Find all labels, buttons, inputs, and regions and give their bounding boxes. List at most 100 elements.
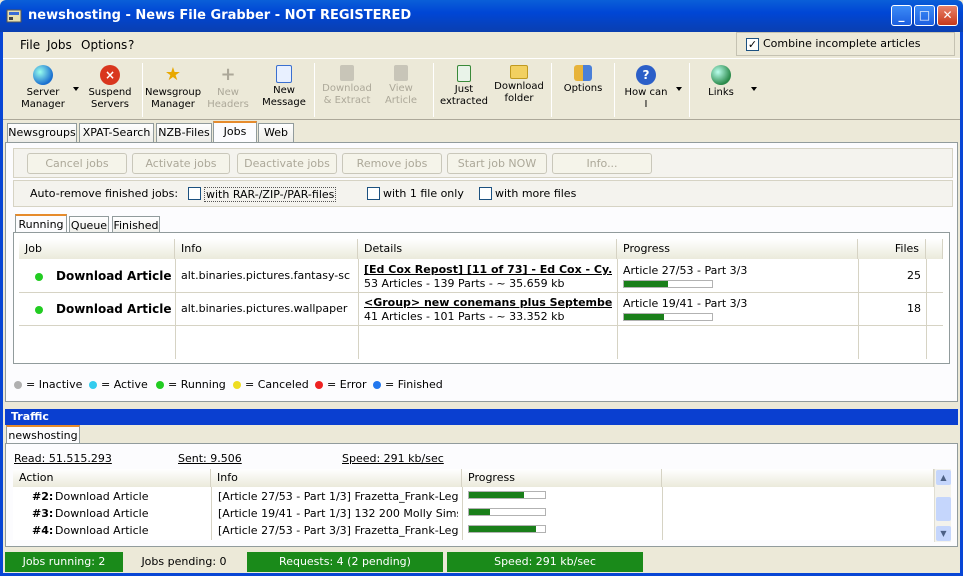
- download-extract-label: Download & Extract: [322, 83, 372, 106]
- legend-running: = Running: [168, 378, 226, 391]
- start-job-now-button[interactable]: Start job NOW: [447, 153, 547, 174]
- close-button[interactable]: ✕: [937, 5, 958, 26]
- job-info: alt.binaries.pictures.wallpaper: [181, 302, 348, 315]
- job-details-title[interactable]: [Ed Cox Repost] [11 of 73] - Ed Cox - Cy…: [364, 263, 612, 276]
- job-progress-text: Article 27/53 - Part 3/3: [623, 264, 748, 277]
- links-dropdown-icon[interactable]: [751, 87, 757, 91]
- grid-divider: [19, 292, 943, 293]
- traffic-header: Traffic: [5, 409, 958, 425]
- links-label: Links: [708, 87, 734, 98]
- tab-newsgroups[interactable]: Newsgroups: [7, 123, 77, 143]
- jobs-running-status: Jobs running: 2: [5, 552, 123, 572]
- new-headers-label: New Headers: [207, 87, 249, 110]
- column-header-traffic-info[interactable]: Info: [211, 469, 462, 487]
- globe-link-icon: [711, 65, 731, 85]
- just-extracted-label: Just extracted: [440, 84, 488, 107]
- toolbar-separator: [314, 63, 315, 117]
- download-extract-button[interactable]: Download & Extract: [321, 59, 373, 119]
- grid-divider: [858, 259, 859, 359]
- toolbar-separator: [433, 63, 434, 117]
- speed-status: Speed: 291 kb/sec: [447, 552, 643, 572]
- column-header-traffic-progress[interactable]: Progress: [462, 469, 662, 487]
- newsgroup-manager-button[interactable]: ★ Newsgroup Manager: [145, 59, 201, 119]
- column-header-action[interactable]: Action: [13, 469, 211, 487]
- column-header-details[interactable]: Details: [358, 239, 617, 259]
- how-can-i-dropdown-icon[interactable]: [676, 87, 682, 91]
- how-can-i-button[interactable]: ? How can I: [623, 59, 669, 119]
- just-extracted-button[interactable]: Just extracted: [437, 59, 491, 119]
- folder-icon: [510, 65, 528, 79]
- column-header-traffic-spacer: [662, 469, 934, 487]
- suspend-servers-button[interactable]: × Suspend Servers: [83, 59, 137, 119]
- connection-info: [Article 27/53 - Part 1/3] Frazetta_Fran…: [218, 490, 458, 503]
- info-button[interactable]: Info...: [552, 153, 652, 174]
- tab-web[interactable]: Web: [258, 123, 294, 143]
- legend-error: = Error: [327, 378, 367, 391]
- grid-divider: [19, 325, 943, 326]
- more-files-checkbox[interactable]: [479, 187, 492, 200]
- server-manager-button[interactable]: Server Manager: [13, 59, 73, 119]
- menu-jobs[interactable]: Jobs: [47, 38, 72, 52]
- sent-bytes: Sent: 9.506: [178, 452, 242, 465]
- new-headers-button[interactable]: + New Headers: [203, 59, 253, 119]
- traffic-scrollbar[interactable]: ▲ ▼: [934, 469, 951, 542]
- toolbar-separator: [689, 63, 690, 117]
- one-file-checkbox[interactable]: [367, 187, 380, 200]
- job-name: Download Article: [56, 302, 172, 316]
- grid-divider: [926, 259, 927, 359]
- options-button[interactable]: Options: [559, 59, 607, 119]
- stop-icon: ×: [100, 65, 120, 85]
- remove-jobs-button[interactable]: Remove jobs: [342, 153, 442, 174]
- job-action-bar: Cancel jobs Activate jobs Deactivate job…: [13, 148, 953, 178]
- combine-incomplete-option: ✓ Combine incomplete articles: [736, 32, 955, 56]
- server-manager-dropdown-icon[interactable]: [73, 87, 79, 91]
- cancel-jobs-button[interactable]: Cancel jobs: [27, 153, 127, 174]
- jobs-grid: Download Article alt.binaries.pictures.f…: [19, 259, 943, 359]
- jobs-pending-status: Jobs pending: 0: [141, 555, 227, 568]
- title-bar[interactable]: newshosting - News File Grabber - NOT RE…: [0, 0, 963, 32]
- scroll-thumb[interactable]: [936, 497, 951, 521]
- column-header-progress[interactable]: Progress: [617, 239, 858, 259]
- combine-label: Combine incomplete articles: [763, 37, 921, 50]
- connection-number: #2:: [32, 490, 54, 503]
- extracted-file-icon: [457, 65, 471, 82]
- job-details-title[interactable]: <Group> new conemans plus September ...: [364, 296, 612, 309]
- scroll-up-icon[interactable]: ▲: [936, 470, 951, 485]
- tab-jobs[interactable]: Jobs: [213, 121, 257, 143]
- minimize-button[interactable]: _: [891, 5, 912, 26]
- column-header-files[interactable]: Files: [858, 239, 926, 259]
- requests-status: Requests: 4 (2 pending): [247, 552, 443, 572]
- scroll-down-icon[interactable]: ▼: [936, 526, 951, 541]
- job-file-count: 18: [907, 302, 921, 315]
- job-file-count: 25: [907, 269, 921, 282]
- rar-files-label: with RAR-/ZIP-/PAR-files: [204, 187, 337, 202]
- legend-active: = Active: [101, 378, 148, 391]
- deactivate-jobs-button[interactable]: Deactivate jobs: [237, 153, 337, 174]
- window-title: newshosting - News File Grabber - NOT RE…: [28, 8, 412, 23]
- connection-info: [Article 19/41 - Part 1/3] 132 200 Molly…: [218, 507, 458, 520]
- connection-number: #3:: [32, 507, 54, 520]
- tab-xpat-search[interactable]: XPAT-Search: [79, 123, 154, 143]
- menu-file[interactable]: File: [20, 38, 40, 52]
- connection-progress-bar: [468, 508, 546, 516]
- document-icon: [394, 65, 408, 81]
- options-label: Options: [563, 83, 603, 94]
- links-button[interactable]: Links: [697, 59, 745, 119]
- download-folder-button[interactable]: Download folder: [493, 59, 545, 119]
- legend-finished: = Finished: [385, 378, 443, 391]
- tab-nzb-files[interactable]: NZB-Files: [156, 123, 212, 143]
- grid-divider: [617, 259, 618, 359]
- connection-action: Download Article: [55, 490, 149, 503]
- menu-help[interactable]: ?: [128, 38, 134, 52]
- view-article-button[interactable]: View Article: [377, 59, 425, 119]
- activate-jobs-button[interactable]: Activate jobs: [132, 153, 230, 174]
- menu-options[interactable]: Options: [81, 38, 127, 52]
- new-message-button[interactable]: New Message: [258, 59, 310, 119]
- column-header-job[interactable]: Job: [19, 239, 175, 259]
- column-header-info[interactable]: Info: [175, 239, 358, 259]
- maximize-button[interactable]: □: [914, 5, 935, 26]
- combine-checkbox[interactable]: ✓: [746, 38, 759, 51]
- plus-icon: +: [220, 64, 236, 85]
- rar-files-checkbox[interactable]: [188, 187, 201, 200]
- one-file-label: with 1 file only: [383, 187, 464, 200]
